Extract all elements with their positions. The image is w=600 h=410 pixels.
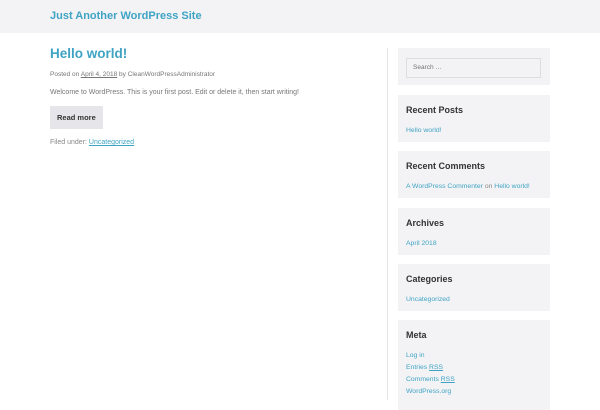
site-header: Just Another WordPress Site — [0, 0, 600, 33]
meta-widget: Meta Log in Entries RSS Comments RSS Wor… — [398, 320, 550, 410]
commenter-link[interactable]: A WordPress Commenter — [406, 183, 483, 190]
recent-post-link[interactable]: Hello world! — [406, 127, 442, 134]
comment-post-link[interactable]: Hello world! — [494, 183, 530, 190]
archive-link[interactable]: April 2018 — [406, 240, 437, 247]
comments-rss-link[interactable]: Comments RSS — [406, 376, 455, 383]
post-excerpt: Welcome to WordPress. This is your first… — [50, 89, 299, 96]
entries-rss-link[interactable]: Entries RSS — [406, 364, 443, 371]
posted-on-label: Posted on — [50, 71, 80, 78]
post-author: CleanWordPressAdministrator — [127, 71, 216, 78]
recent-posts-widget: Recent Posts Hello world! — [398, 95, 550, 142]
archives-widget: Archives April 2018 — [398, 208, 550, 255]
post-meta: Posted on April 4, 2018 by CleanWordPres… — [50, 71, 370, 78]
entries-label: Entries — [406, 364, 428, 371]
wordpress-org-link[interactable]: WordPress.org — [406, 388, 451, 395]
widget-title: Recent Comments — [406, 161, 486, 171]
rss-abbr: RSS — [440, 376, 455, 383]
category-link[interactable]: Uncategorized — [406, 296, 450, 303]
comments-label: Comments — [406, 376, 439, 383]
on-label: on — [484, 183, 493, 190]
content-divider — [387, 48, 388, 400]
recent-comments-widget: Recent Comments A WordPress Commenter on… — [398, 151, 550, 198]
filed-under-label: Filed under: — [50, 139, 87, 146]
widget-title: Recent Posts — [406, 105, 464, 115]
rss-abbr: RSS — [429, 364, 444, 371]
post-date-link[interactable]: April 4, 2018 — [81, 71, 118, 78]
site-title-link[interactable]: Just Another WordPress Site — [50, 10, 202, 22]
post-categories: Filed under: Uncategorized — [50, 139, 370, 146]
search-widget — [398, 48, 550, 85]
read-more-button[interactable]: Read more — [50, 106, 103, 129]
search-input[interactable] — [406, 57, 541, 78]
widget-title: Categories — [406, 274, 453, 284]
widget-title: Archives — [406, 218, 445, 228]
category-link[interactable]: Uncategorized — [89, 139, 134, 146]
post-title-link[interactable]: Hello world! — [50, 46, 370, 61]
post: Hello world! Posted on April 4, 2018 by … — [50, 46, 370, 146]
widget-title: Meta — [406, 330, 427, 340]
categories-widget: Categories Uncategorized — [398, 264, 550, 311]
login-link[interactable]: Log in — [406, 352, 425, 359]
by-label: by — [119, 71, 126, 78]
